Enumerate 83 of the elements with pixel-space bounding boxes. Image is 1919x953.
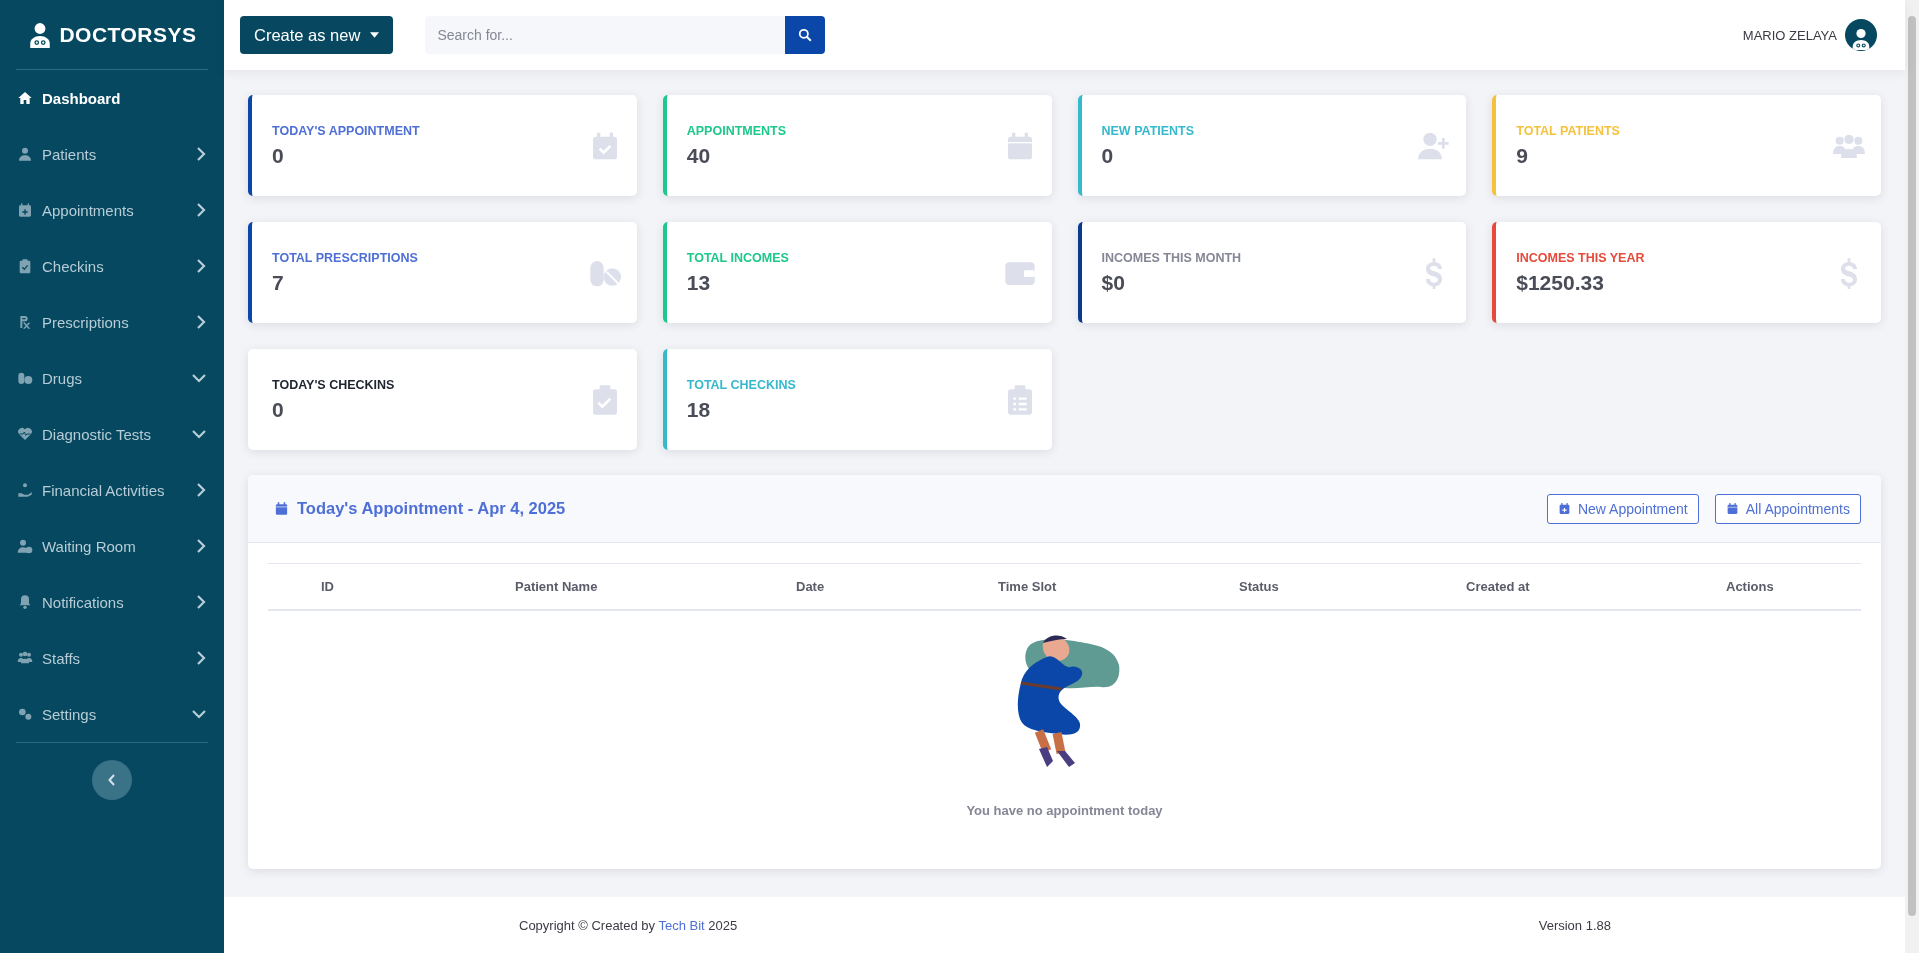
sidebar-item[interactable]: Settings bbox=[0, 686, 224, 742]
column-header: Created at bbox=[1466, 579, 1530, 594]
stat-label: TOTAL PRESCRIPTIONS bbox=[272, 250, 418, 265]
hand-coin-icon bbox=[17, 482, 33, 498]
column-header: Date bbox=[796, 579, 825, 594]
sidebar-item[interactable]: Prescriptions bbox=[0, 294, 224, 350]
sidebar-item[interactable]: Staffs bbox=[0, 630, 224, 686]
sidebar-item[interactable]: Waiting Room bbox=[0, 518, 224, 574]
column-header: Actions bbox=[1726, 579, 1774, 594]
chevron-right-icon bbox=[196, 483, 206, 497]
sidebar-item[interactable]: Patients bbox=[0, 126, 224, 182]
version-text: Version 1.88 bbox=[1538, 917, 1611, 933]
stat-label: APPOINTMENTS bbox=[686, 123, 787, 138]
doctor-icon bbox=[1850, 27, 1872, 51]
stat-value: 18 bbox=[686, 397, 711, 422]
chevron-right-icon bbox=[196, 651, 206, 665]
tech-bit-link[interactable]: Tech Bit bbox=[658, 917, 705, 933]
column-header: Patient Name bbox=[515, 579, 598, 594]
chevron-right-icon bbox=[196, 259, 206, 273]
sidebar-item[interactable]: Appointments bbox=[0, 182, 224, 238]
sidebar-item[interactable]: Financial Activities bbox=[0, 462, 224, 518]
sidebar-item[interactable]: Notifications bbox=[0, 574, 224, 630]
sidebar-item[interactable]: Checkins bbox=[0, 238, 224, 294]
user-clock-icon bbox=[17, 538, 33, 554]
sidebar-item[interactable]: Drugs bbox=[0, 350, 224, 406]
stat-value: 0 bbox=[272, 143, 284, 168]
avatar[interactable] bbox=[1845, 19, 1877, 51]
stat-label: INCOMES THIS MONTH bbox=[1101, 250, 1242, 265]
search-icon bbox=[798, 28, 813, 42]
sidebar-toggle-button[interactable] bbox=[92, 760, 132, 800]
search-field[interactable]: Search for... bbox=[425, 16, 786, 54]
stat-value: 0 bbox=[272, 397, 284, 422]
stat-label: TODAY'S CHECKINS bbox=[272, 377, 395, 392]
copyright-text: Copyright © Created by Tech Bit 2025 bbox=[519, 917, 738, 933]
brand-name: DOCTORSYS bbox=[59, 22, 197, 47]
calendar-plus-icon bbox=[1557, 502, 1571, 515]
stat-value: 13 bbox=[686, 270, 711, 295]
stat-value: 7 bbox=[272, 270, 284, 295]
chevron-down-icon bbox=[192, 709, 206, 719]
clipboard-check-icon bbox=[17, 258, 33, 274]
stat-label: TOTAL CHECKINS bbox=[686, 377, 796, 392]
calendar-plus-icon bbox=[17, 202, 33, 218]
sidebar-item[interactable]: Diagnostic Tests bbox=[0, 406, 224, 462]
stat-value: $1250.33 bbox=[1516, 270, 1604, 295]
stat-value: $0 bbox=[1101, 270, 1125, 295]
chevron-right-icon bbox=[196, 539, 206, 553]
stat-label: TOTAL PATIENTS bbox=[1516, 123, 1620, 138]
stat-value: 40 bbox=[686, 143, 711, 168]
new-appointment-button[interactable]: New Appointment bbox=[1546, 493, 1699, 524]
bell-icon bbox=[17, 594, 33, 610]
search-button[interactable] bbox=[785, 16, 826, 54]
all-appointments-button[interactable]: All Appointments bbox=[1714, 493, 1861, 524]
stat-label: NEW PATIENTS bbox=[1101, 123, 1195, 138]
empty-state-message: You have no appointment today bbox=[966, 803, 1163, 818]
create-as-new-button[interactable]: Create as new bbox=[240, 16, 394, 54]
scrollbar[interactable] bbox=[1905, 0, 1919, 953]
chevron-right-icon bbox=[196, 315, 206, 329]
chevron-left-icon bbox=[108, 774, 116, 786]
prescription-icon bbox=[17, 314, 33, 330]
stat-value: 0 bbox=[1101, 143, 1114, 168]
home-icon bbox=[17, 90, 33, 106]
chevron-down-icon bbox=[192, 373, 206, 383]
stat-label: TODAY'S APPOINTMENT bbox=[272, 123, 420, 138]
chevron-right-icon bbox=[196, 203, 206, 217]
heart-pulse-icon bbox=[17, 426, 33, 442]
calendar-icon bbox=[274, 501, 289, 516]
column-header: ID bbox=[321, 579, 334, 594]
user-name[interactable]: MARIO ZELAYA bbox=[1742, 27, 1837, 43]
stat-value: 9 bbox=[1516, 143, 1528, 168]
caret-down-icon bbox=[370, 32, 380, 38]
chevron-right-icon bbox=[196, 595, 206, 609]
chevron-down-icon bbox=[192, 429, 206, 439]
chevron-right-icon bbox=[196, 147, 206, 161]
panel-title: Today's Appointment - Apr 4, 2025 bbox=[297, 499, 567, 518]
calendar-icon bbox=[1725, 502, 1739, 515]
stat-label: TOTAL INCOMES bbox=[686, 250, 789, 265]
stat-label: INCOMES THIS YEAR bbox=[1516, 250, 1645, 265]
pills-icon bbox=[17, 370, 33, 386]
column-header: Status bbox=[1239, 579, 1279, 594]
users-icon bbox=[17, 650, 33, 666]
sidebar-item[interactable]: Dashboard bbox=[0, 70, 224, 126]
column-header: Time Slot bbox=[998, 579, 1057, 594]
user-icon bbox=[17, 146, 33, 162]
